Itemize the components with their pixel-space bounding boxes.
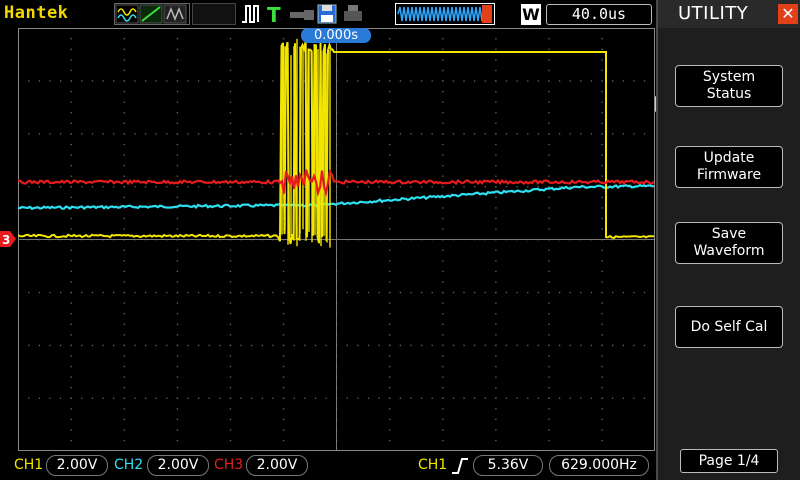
rising-edge-icon	[452, 458, 468, 474]
utility-menu: UTILITY ✕ System Status Update Firmware …	[656, 0, 800, 480]
timebase-readout[interactable]: 40.0us	[546, 4, 652, 25]
save-waveform-button[interactable]: Save Waveform	[675, 222, 783, 264]
waveform-display	[18, 28, 655, 451]
update-firmware-button[interactable]: Update Firmware	[675, 146, 783, 188]
channel-status-bar: CH1 2.00V CH2 2.00V CH3 2.00V CH1 5.36V …	[0, 451, 656, 480]
persist-icon[interactable]	[163, 4, 187, 24]
close-x-icon[interactable]: ✕	[778, 4, 798, 24]
memory-waveform-icon	[395, 3, 495, 25]
ch3-label[interactable]: CH3	[214, 457, 243, 473]
self-cal-button[interactable]: Do Self Cal	[675, 306, 783, 348]
ch3-ground-marker-label: 3	[2, 233, 10, 247]
save-disk-icon	[317, 4, 337, 24]
system-status-button[interactable]: System Status	[675, 65, 783, 107]
trigger-offset-label[interactable]: 0.000s	[301, 28, 371, 43]
ch3-ground-marker[interactable]: 3	[0, 231, 16, 247]
ch1-label[interactable]: CH1	[14, 457, 43, 473]
frequency-readout: 629.000Hz	[549, 455, 649, 476]
display-mode-group	[114, 3, 190, 25]
printer-icon	[344, 5, 362, 21]
window-mode-badge[interactable]: W	[521, 4, 541, 25]
menu-title: UTILITY	[678, 3, 749, 24]
trigger-level-readout[interactable]: 5.36V	[473, 455, 543, 476]
svg-text:T: T	[267, 3, 281, 26]
ch1-scale[interactable]: 2.00V	[46, 455, 108, 476]
line-display-icon[interactable]	[139, 4, 163, 24]
menu-header: UTILITY ✕	[658, 0, 800, 28]
top-status-bar: Hantek T W 40.0us	[0, 0, 656, 28]
waveform-mode-icon[interactable]	[115, 4, 139, 24]
ch2-label[interactable]: CH2	[114, 457, 143, 473]
page-indicator-button[interactable]: Page 1/4	[680, 449, 778, 473]
brand-logo: Hantek	[4, 3, 69, 23]
usb-key-icon	[290, 10, 314, 20]
trigger-t-icon: T	[267, 3, 281, 26]
trigger-source-label[interactable]: CH1	[418, 457, 447, 473]
ch2-scale[interactable]: 2.00V	[147, 455, 209, 476]
blank-status-box	[192, 3, 236, 25]
ch3-scale[interactable]: 2.00V	[246, 455, 308, 476]
pulse-trigger-icon	[242, 5, 259, 23]
